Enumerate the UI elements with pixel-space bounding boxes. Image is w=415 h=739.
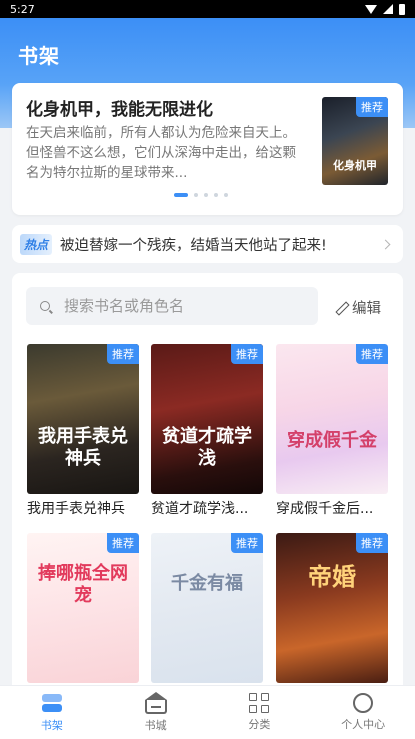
nav-label: 书城 (144, 719, 167, 732)
cover-text: 捧哪瓶全网宠 (38, 563, 128, 606)
carousel-dot[interactable] (194, 193, 198, 197)
recommend-banner[interactable]: 化身机甲，我能无限进化 在天启来临前，所有人都认为危险来自天上。 但怪兽不这么想… (12, 83, 403, 215)
book-cover[interactable]: 推荐 穿成假千金 (276, 344, 388, 494)
book-item[interactable]: 推荐 穿成假千金 穿成假千金后... (276, 344, 388, 518)
category-icon (249, 693, 270, 713)
bottom-nav: 书架 书城 分类 个人中心 (0, 685, 415, 739)
book-cover[interactable]: 推荐 千金有福 (151, 533, 263, 683)
search-bar[interactable] (26, 287, 318, 325)
cover-text: 化身机甲 (333, 159, 377, 172)
hot-text: 被迫替嫁一个残疾，结婚当天他站了起来! (60, 237, 327, 254)
recommend-tag: 推荐 (356, 344, 388, 364)
book-title: 我用手表兑神兵 (27, 501, 125, 517)
book-cover[interactable]: 推荐 我用手表兑神兵 (27, 344, 139, 494)
book-title: 贫道才疏学浅... (151, 501, 249, 517)
carousel-dot[interactable] (224, 193, 228, 197)
banner-description: 在天启来临前，所有人都认为危险来自天上。 但怪兽不这么想，它们从深海中走出，给这… (26, 125, 296, 181)
book-title: 穿成假千金后... (276, 501, 374, 517)
banner-book-cover[interactable]: 推荐 化身机甲 (322, 97, 388, 185)
recommend-tag: 推荐 (231, 344, 263, 364)
store-icon (144, 692, 167, 714)
nav-label: 分类 (248, 718, 271, 731)
book-item[interactable]: 推荐 我用手表兑神兵 我用手表兑神兵 (27, 344, 139, 518)
user-icon (353, 693, 374, 713)
nav-item-store[interactable]: 书城 (104, 686, 208, 739)
hot-news-bar[interactable]: 热点 被迫替嫁一个残疾，结婚当天他站了起来! (12, 225, 403, 263)
status-bar: 5:27 (0, 0, 415, 18)
carousel-dot[interactable] (204, 193, 208, 197)
nav-item-category[interactable]: 分类 (208, 686, 312, 739)
recommend-tag: 推荐 (231, 533, 263, 553)
carousel-dots (174, 193, 228, 197)
signal-icon (383, 4, 393, 14)
bookshelf-panel: 编辑 推荐 我用手表兑神兵 我用手表兑神兵 推荐 贫道才疏学浅 贫道才疏学浅..… (12, 273, 403, 693)
hot-tag: 热点 (20, 233, 53, 255)
carousel-dot[interactable] (174, 193, 188, 197)
battery-icon (399, 3, 405, 15)
edit-button[interactable]: 编辑 (336, 297, 381, 318)
nav-label: 书架 (40, 719, 63, 732)
nav-item-profile[interactable]: 个人中心 (311, 686, 415, 739)
page-title: 书架 (18, 44, 60, 68)
carousel-dot[interactable] (214, 193, 218, 197)
book-cover[interactable]: 推荐 贫道才疏学浅 (151, 344, 263, 494)
pencil-icon (336, 302, 348, 314)
cover-text: 贫道才疏学浅 (162, 426, 252, 469)
edit-label: 编辑 (352, 301, 381, 317)
book-item[interactable]: 推荐 贫道才疏学浅 贫道才疏学浅... (151, 344, 263, 518)
recommend-tag: 推荐 (356, 97, 388, 117)
nav-item-bookshelf[interactable]: 书架 (0, 686, 104, 739)
chevron-right-icon (380, 239, 391, 249)
cover-text: 千金有福 (171, 573, 243, 594)
recommend-tag: 推荐 (356, 533, 388, 553)
book-cover[interactable]: 推荐 帝婚 (276, 533, 388, 683)
book-item[interactable]: 推荐 帝婚 (276, 533, 388, 683)
recommend-tag: 推荐 (107, 344, 139, 364)
book-cover[interactable]: 推荐 捧哪瓶全网宠 (27, 533, 139, 683)
book-item[interactable]: 推荐 千金有福 (151, 533, 263, 683)
recommend-tag: 推荐 (107, 533, 139, 553)
book-item[interactable]: 推荐 捧哪瓶全网宠 (27, 533, 139, 683)
banner-title: 化身机甲，我能无限进化 (26, 100, 213, 120)
bookshelf-icon (41, 692, 63, 714)
cover-text: 我用手表兑神兵 (38, 426, 128, 469)
nav-label: 个人中心 (341, 718, 386, 731)
search-input[interactable] (64, 297, 294, 315)
wifi-icon (365, 4, 377, 14)
status-time: 5:27 (10, 2, 35, 16)
search-icon (40, 301, 50, 311)
cover-text: 穿成假千金 (287, 430, 377, 451)
cover-text: 帝婚 (308, 563, 356, 591)
status-icons (365, 3, 405, 15)
